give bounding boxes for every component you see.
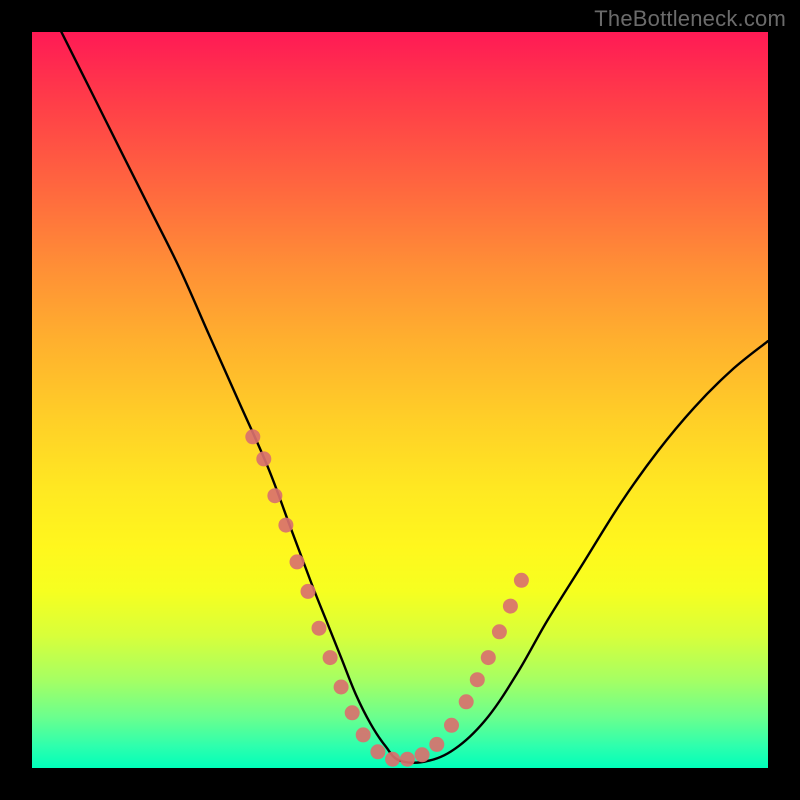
marker-dot: [312, 621, 327, 636]
marker-dot: [444, 718, 459, 733]
marker-dot: [256, 451, 271, 466]
plot-area: [32, 32, 768, 768]
marker-dot: [278, 518, 293, 533]
marker-dot: [356, 727, 371, 742]
marker-dot: [481, 650, 496, 665]
marker-dot: [290, 554, 305, 569]
highlight-markers: [245, 429, 529, 766]
bottleneck-curve: [61, 32, 768, 763]
marker-dot: [429, 737, 444, 752]
marker-dot: [470, 672, 485, 687]
marker-dot: [503, 599, 518, 614]
marker-dot: [514, 573, 529, 588]
marker-dot: [334, 680, 349, 695]
marker-dot: [245, 429, 260, 444]
marker-dot: [370, 744, 385, 759]
marker-dot: [492, 624, 507, 639]
watermark-text: TheBottleneck.com: [594, 6, 786, 32]
marker-dot: [459, 694, 474, 709]
marker-dot: [267, 488, 282, 503]
marker-dot: [385, 752, 400, 767]
chart-svg: [32, 32, 768, 768]
marker-dot: [415, 747, 430, 762]
chart-frame: TheBottleneck.com: [0, 0, 800, 800]
marker-dot: [323, 650, 338, 665]
marker-dot: [301, 584, 316, 599]
marker-dot: [345, 705, 360, 720]
marker-dot: [400, 752, 415, 767]
